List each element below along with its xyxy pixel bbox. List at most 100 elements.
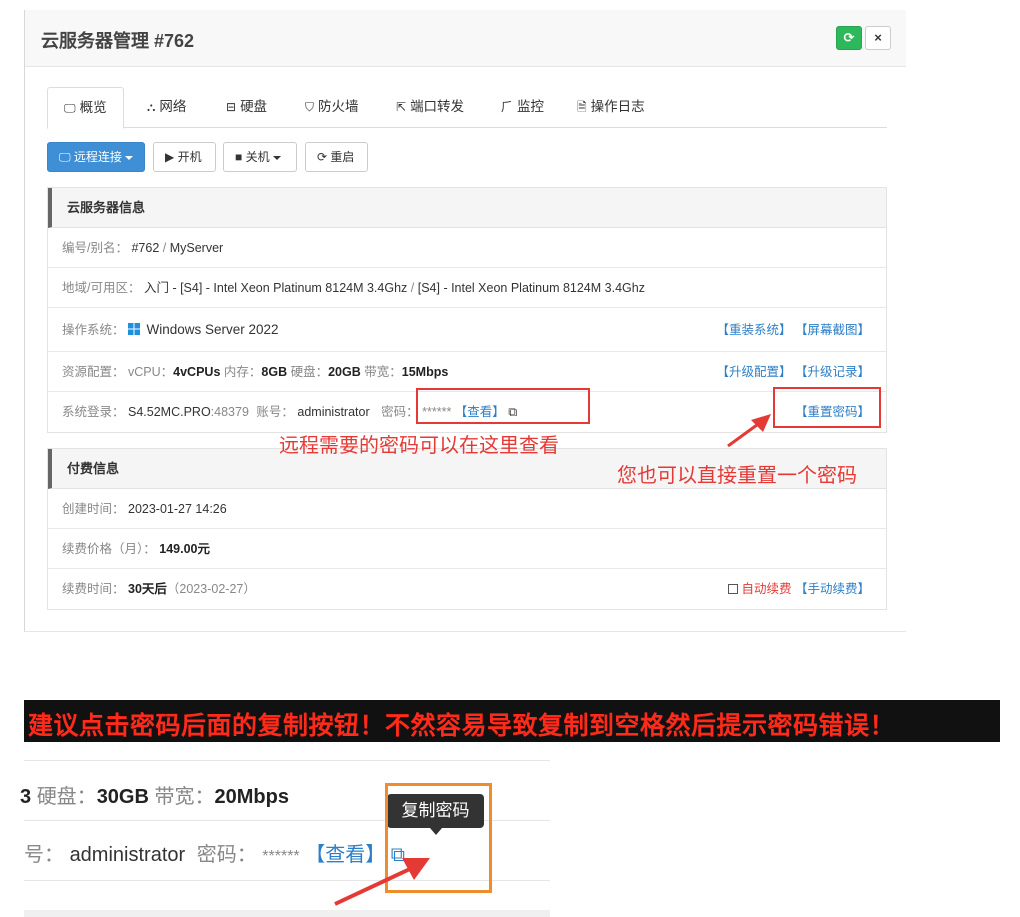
- disk-value: 20GB: [328, 365, 361, 379]
- tab-bar: 🖵 概览 ⛬ 网络 ⊟ 硬盘 ⛉ 防火墙 ⇱ 端口转发 ⺁监控 🗎 操作日志: [47, 87, 887, 129]
- shield-icon: ⛉: [305, 100, 315, 114]
- password-highlight-box: [416, 388, 590, 424]
- arrow-icon: [727, 414, 771, 448]
- server-id: #762: [131, 241, 160, 255]
- region-row: 地域/可用区： 入门 - [S4] - Intel Xeon Platinum …: [48, 268, 886, 308]
- modal-title: 云服务器管理 #762: [41, 31, 195, 51]
- tab-disk[interactable]: ⊟ 硬盘: [210, 87, 283, 128]
- tab-label: 操作日志: [590, 99, 645, 114]
- zoom-disk-label: 硬盘：: [36, 786, 97, 808]
- sitemap-icon: ⛬: [147, 100, 156, 114]
- tab-operation-log[interactable]: 🗎 操作日志: [561, 87, 661, 128]
- tab-label: 硬盘: [240, 99, 268, 114]
- panel-heading: 云服务器信息: [48, 188, 886, 228]
- auto-renew-label: 自动续费: [741, 582, 792, 596]
- zone-value: [S4] - Intel Xeon Platinum 8124M 3.4Ghz: [417, 281, 645, 295]
- disk-label: 硬盘：: [290, 365, 329, 379]
- pulse-icon: ⺁: [501, 100, 514, 114]
- zoom-password-mask: ******: [262, 848, 300, 865]
- tab-label: 端口转发: [410, 99, 465, 114]
- tab-port-forward[interactable]: ⇱ 端口转发: [380, 87, 480, 128]
- tab-network[interactable]: ⛬ 网络: [131, 87, 202, 128]
- os-label: 操作系统：: [62, 323, 125, 337]
- button-label: 远程连接: [73, 150, 122, 164]
- caret-down-icon: [272, 155, 281, 160]
- reset-hint-text: 您也可以直接重置一个密码: [617, 465, 857, 487]
- arrow-icon: [334, 858, 430, 906]
- vcpu-value: 4vCPUs: [173, 365, 221, 379]
- stop-icon: ■: [235, 150, 246, 164]
- renew-value: 30天后: [128, 582, 167, 596]
- tab-label: 防火墙: [318, 99, 359, 114]
- reset-highlight-box: [773, 387, 881, 428]
- refresh-button[interactable]: ⟳: [836, 26, 862, 50]
- password-hint-text: 远程需要的密码可以在这里查看: [279, 435, 559, 457]
- price-label: 续费价格（月）：: [62, 542, 156, 556]
- zoom-password-label: 密码：: [196, 844, 257, 866]
- refresh-icon: ⟳: [317, 150, 331, 164]
- zoom-bandwidth-value: 20Mbps: [214, 786, 289, 808]
- warning-banner: 建议点击密码后面的复制按钮！不然容易导致复制到空格然后提示密码错误！: [24, 700, 1000, 742]
- zoom-account-value: administrator: [69, 844, 186, 866]
- tab-label: 监控: [517, 99, 545, 114]
- screenshot-link[interactable]: 【屏幕截图】: [795, 323, 870, 337]
- tab-monitor[interactable]: ⺁监控: [485, 87, 560, 128]
- resource-label: 资源配置：: [62, 365, 125, 379]
- created-value: 2023-01-27 14:26: [128, 502, 227, 516]
- renew-label: 续费时间：: [62, 582, 125, 596]
- price-value: 149.00元: [159, 542, 210, 556]
- remote-connect-button[interactable]: 🖵 远程连接: [47, 142, 145, 172]
- server-alias: MyServer: [169, 241, 224, 255]
- renew-date: （2023-02-27）: [166, 582, 256, 596]
- reinstall-os-link[interactable]: 【重装系统】: [716, 323, 791, 337]
- zoom-bandwidth-label: 带宽：: [154, 786, 215, 808]
- play-icon: ▶: [165, 150, 178, 164]
- id-label: 编号/别名：: [62, 241, 128, 255]
- password-label: 密码：: [381, 405, 419, 419]
- zoom-disk-value: 30GB: [96, 786, 149, 808]
- refresh-icon: ⟳: [843, 30, 855, 45]
- account-label: 账号：: [256, 405, 294, 419]
- tab-overview[interactable]: 🖵 概览: [47, 87, 124, 129]
- price-row: 续费价格（月）： 149.00元: [48, 529, 886, 569]
- close-icon: ×: [874, 30, 882, 45]
- warning-text: 建议点击密码后面的复制按钮！不然容易导致复制到空格然后提示密码错误！: [28, 712, 896, 740]
- power-off-button[interactable]: ■ 关机: [223, 142, 297, 172]
- id-row: 编号/别名： #762 / MyServer: [48, 228, 886, 268]
- caret-down-icon: [124, 155, 133, 160]
- created-label: 创建时间：: [62, 502, 125, 516]
- tab-label: 概览: [79, 100, 107, 115]
- bandwidth-label: 带宽：: [364, 365, 402, 379]
- button-label: 开机: [177, 150, 202, 164]
- manual-renew-link[interactable]: 【手动续费】: [795, 582, 870, 596]
- upgrade-config-link[interactable]: 【升级配置】: [716, 365, 791, 379]
- created-row: 创建时间： 2023-01-27 14:26: [48, 489, 886, 529]
- windows-logo-icon: [128, 323, 140, 335]
- close-button[interactable]: ×: [865, 26, 891, 50]
- monitor-icon: 🖵: [59, 150, 74, 164]
- os-value: Windows Server 2022: [146, 322, 279, 337]
- hdd-icon: ⊟: [226, 100, 237, 114]
- login-host: S4.52MC.PRO: [128, 405, 211, 419]
- divider: [24, 760, 550, 761]
- zoom-account-label: 号：: [24, 844, 64, 866]
- bandwidth-value: 15Mbps: [401, 365, 449, 379]
- memory-value: 8GB: [261, 365, 288, 379]
- login-port: :48379: [210, 405, 249, 419]
- power-on-button[interactable]: ▶ 开机: [153, 142, 216, 172]
- divider: [24, 910, 550, 917]
- monitor-icon: 🖵: [64, 101, 76, 115]
- os-row: 操作系统： Windows Server 2022 【重装系统】 【屏幕截图】: [48, 308, 886, 352]
- region-label: 地域/可用区：: [62, 281, 141, 295]
- tab-firewall[interactable]: ⛉ 防火墙: [289, 87, 375, 128]
- memory-label: 内存：: [223, 365, 262, 379]
- login-label: 系统登录：: [62, 405, 125, 419]
- modal-header: 云服务器管理 #762 ⟳ ×: [25, 10, 906, 67]
- button-label: 关机: [245, 150, 270, 164]
- upgrade-log-link[interactable]: 【升级记录】: [795, 365, 870, 379]
- reboot-button[interactable]: ⟳ 重启: [305, 142, 368, 172]
- renew-row: 续费时间： 30天后（2023-02-27） 自动续费 【手动续费】: [48, 569, 886, 609]
- auto-renew-checkbox[interactable]: [728, 584, 738, 594]
- account-value: administrator: [297, 405, 370, 419]
- tab-label: 网络: [159, 99, 187, 114]
